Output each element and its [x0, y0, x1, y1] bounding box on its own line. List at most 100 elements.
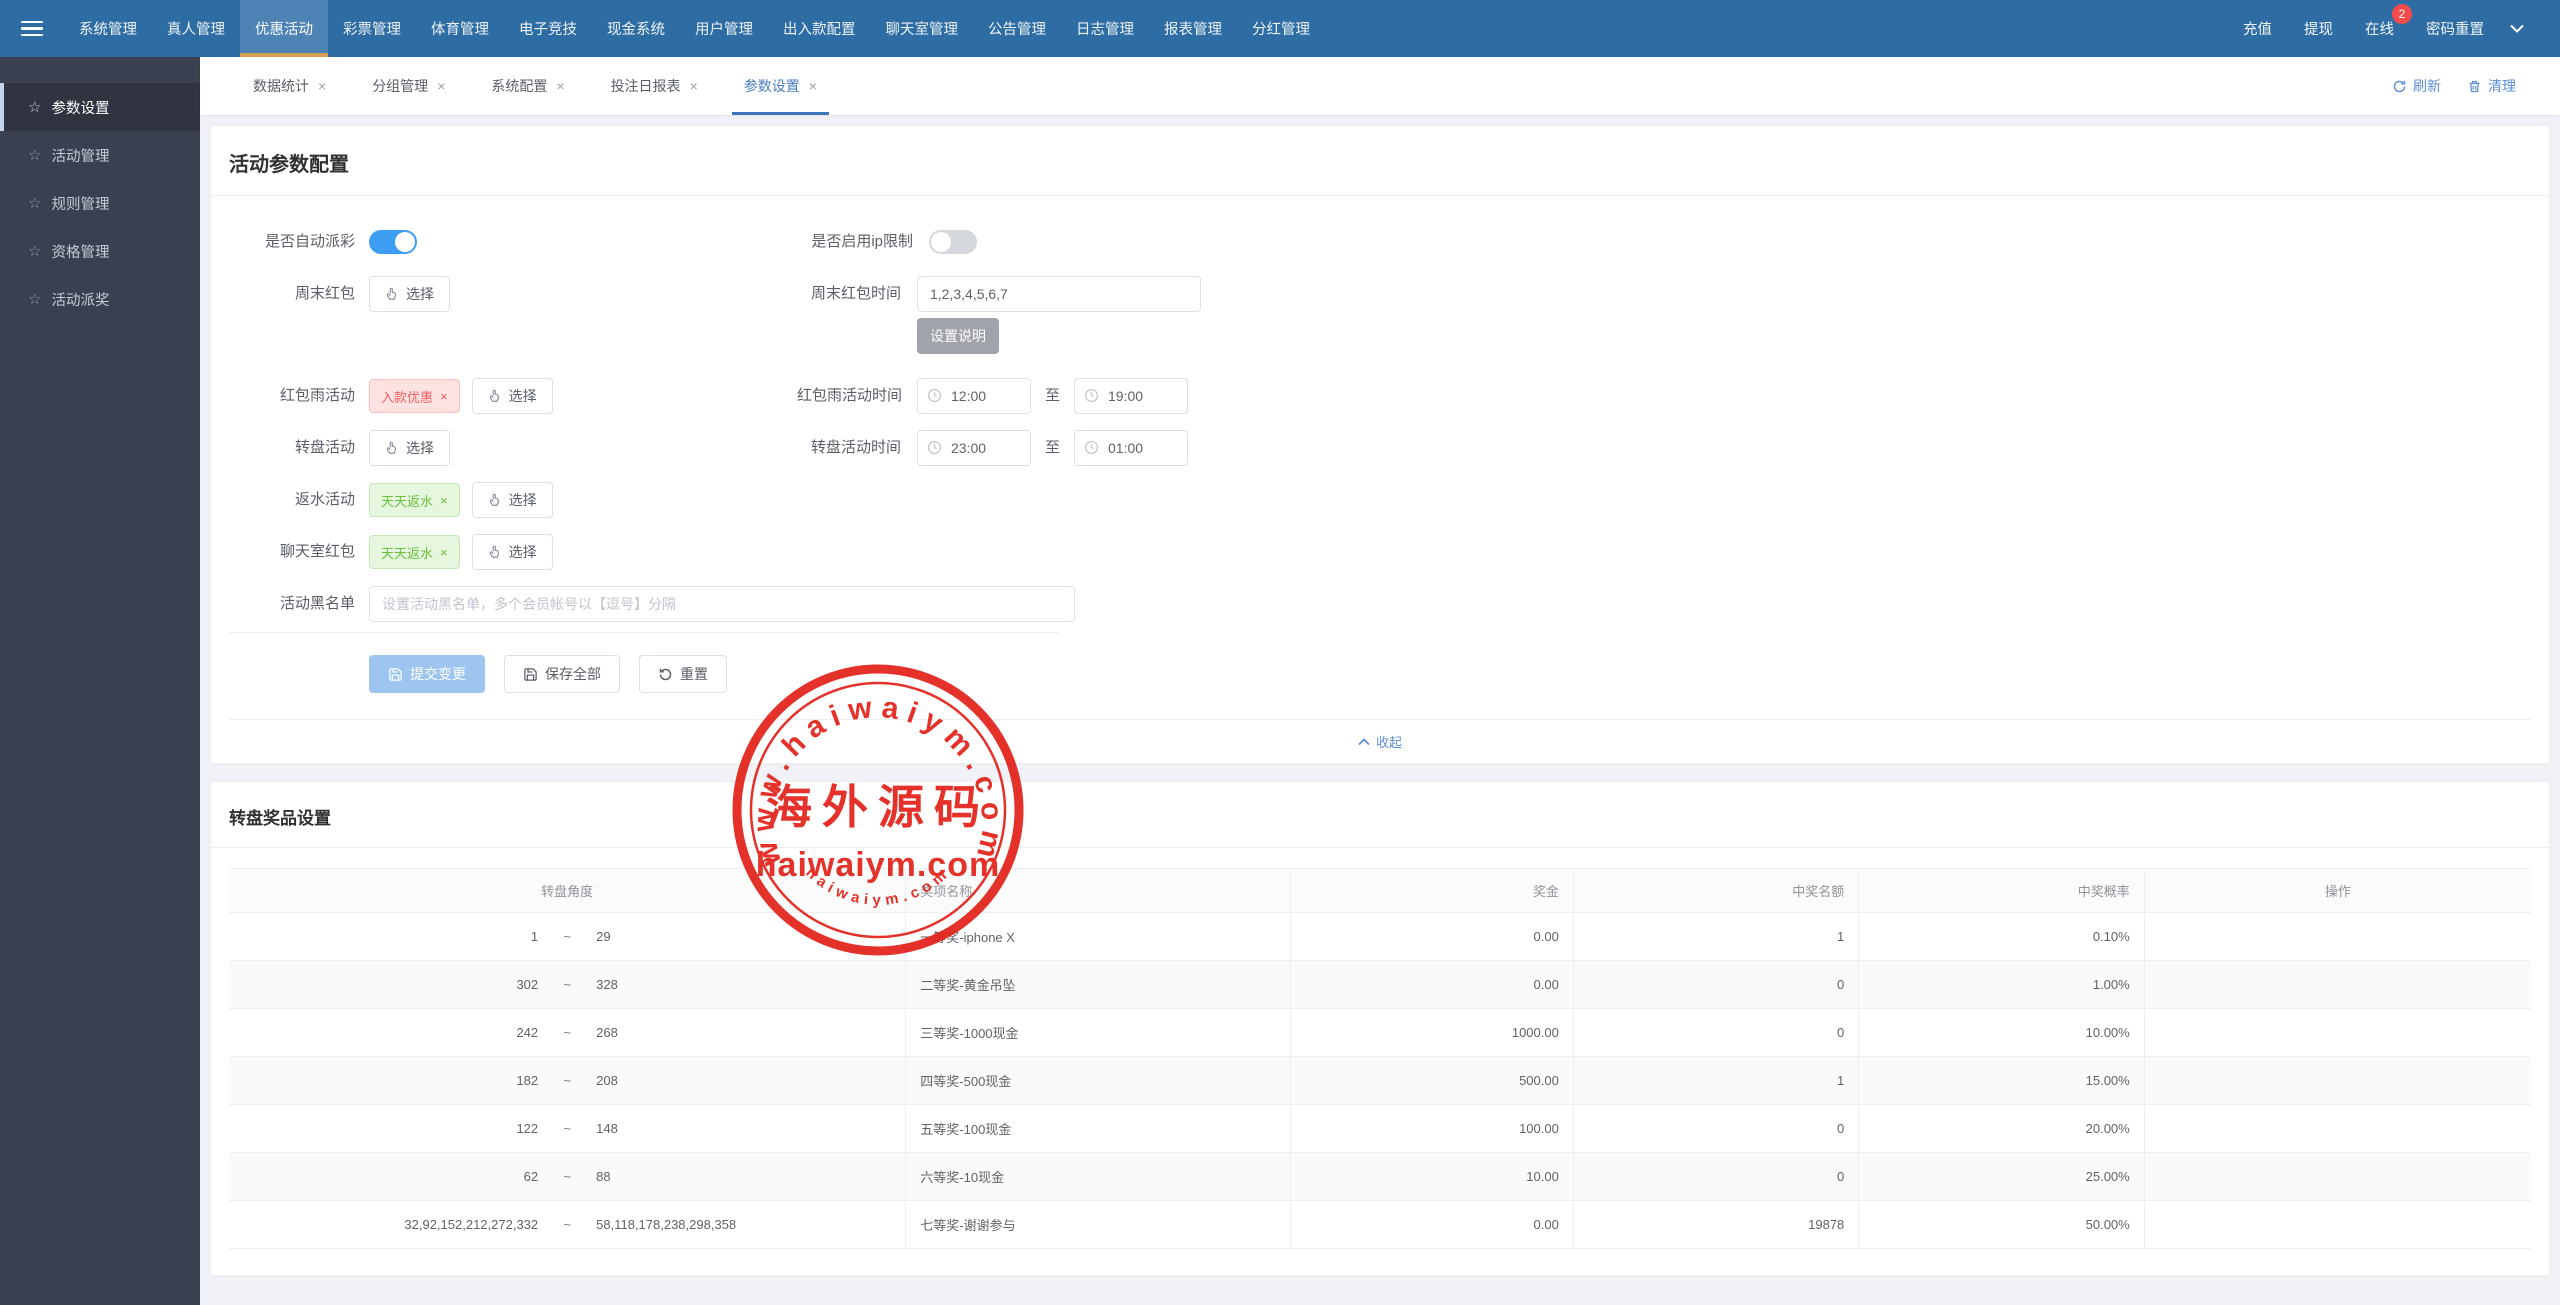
refresh-button[interactable]: 刷新	[2392, 76, 2441, 96]
prize-name-cell: 二等奖-黄金吊坠	[906, 961, 1290, 1009]
chatroom-redpacket-tag: 天天返水 ×	[369, 535, 460, 569]
blacklist-input[interactable]	[369, 586, 1075, 622]
col-header-prize-name: 奖项名称	[906, 869, 1290, 913]
nav-item[interactable]: 优惠活动	[240, 0, 328, 57]
nav-item[interactable]: 体育管理	[416, 0, 504, 57]
top-header: 系统管理 真人管理 优惠活动 彩票管理 体育管理 电子竞技 现金系统 用户管理 …	[0, 0, 2560, 57]
nav-item[interactable]: 真人管理	[152, 0, 240, 57]
activity-config-card: 活动参数配置 是否自动派彩 是否启用ip限制 周末红包	[210, 125, 2550, 764]
save-icon	[388, 667, 403, 682]
nav-item[interactable]: 公告管理	[973, 0, 1061, 57]
tab-close-icon[interactable]: ×	[318, 78, 326, 94]
nav-item[interactable]: 日志管理	[1061, 0, 1149, 57]
online-button[interactable]: 在线 2	[2349, 0, 2410, 57]
tag-label: 天天返水	[381, 491, 433, 510]
prize-name-cell: 七等奖-谢谢参与	[906, 1201, 1290, 1249]
rate-cell: 1.00%	[1859, 961, 2144, 1009]
rebate-activity-label: 返水活动	[229, 482, 355, 518]
amount-cell: 0.00	[1290, 1201, 1573, 1249]
auto-payout-toggle[interactable]	[369, 230, 417, 254]
recharge-button[interactable]: 充值	[2227, 0, 2288, 57]
rate-cell: 10.00%	[1859, 1009, 2144, 1057]
tag-close-icon[interactable]: ×	[440, 545, 448, 560]
nav-item[interactable]: 分红管理	[1237, 0, 1325, 57]
rebate-select-button[interactable]: 选择	[472, 482, 553, 518]
sidebar: ☆ 参数设置 ☆ 活动管理 ☆ 规则管理 ☆ 资格管理 ☆ 活动派奖	[0, 57, 200, 1305]
nav-item[interactable]: 出入款配置	[768, 0, 871, 57]
weekend-time-input[interactable]	[917, 276, 1201, 312]
card1-title: 活动参数配置	[229, 148, 2531, 177]
amount-cell: 500.00	[1290, 1057, 1573, 1105]
nav-item[interactable]: 系统管理	[64, 0, 152, 57]
wheel-select-button[interactable]: 选择	[369, 430, 450, 466]
quota-cell: 19878	[1573, 1201, 1858, 1249]
tag-label: 天天返水	[381, 543, 433, 562]
password-reset-button[interactable]: 密码重置	[2410, 0, 2500, 57]
submit-label: 提交变更	[410, 664, 466, 684]
sidebar-item[interactable]: ☆ 规则管理	[0, 179, 200, 227]
angle-to: 328	[596, 977, 891, 992]
clear-tabs-button[interactable]: 清理	[2467, 76, 2516, 96]
nav-item[interactable]: 电子竞技	[504, 0, 592, 57]
tag-close-icon[interactable]: ×	[440, 493, 448, 508]
submit-changes-button[interactable]: 提交变更	[369, 655, 485, 693]
tab[interactable]: 数据统计 ×	[253, 57, 326, 115]
chatroom-select-button[interactable]: 选择	[472, 534, 553, 570]
actions-cell	[2144, 1105, 2531, 1153]
collapse-toggle[interactable]: 收起	[229, 719, 2531, 763]
table-row: 302 ~ 328 二等奖-黄金吊坠 0.00 0 1.00%	[229, 961, 2531, 1009]
user-menu-toggle[interactable]	[2500, 0, 2534, 57]
rain-activity-tag: 入款优惠 ×	[369, 379, 460, 413]
sidebar-item-label: 参数设置	[51, 97, 109, 118]
nav-item[interactable]: 报表管理	[1149, 0, 1237, 57]
online-count-badge: 2	[2392, 4, 2412, 24]
settings-note-tooltip: 设置说明	[917, 318, 999, 354]
tab[interactable]: 参数设置 ×	[744, 57, 817, 115]
top-nav: 系统管理 真人管理 优惠活动 彩票管理 体育管理 电子竞技 现金系统 用户管理 …	[64, 0, 1325, 57]
weekend-select-button[interactable]: 选择	[369, 276, 450, 312]
blacklist-label: 活动黑名单	[229, 586, 355, 622]
actions-cell	[2144, 1201, 2531, 1249]
save-all-button[interactable]: 保存全部	[504, 655, 620, 693]
withdraw-button[interactable]: 提现	[2288, 0, 2349, 57]
tab-close-icon[interactable]: ×	[809, 78, 817, 94]
table-header-row: 转盘角度 奖项名称 奖金 中奖名额 中奖概率 操作	[229, 869, 2531, 913]
select-label: 选择	[509, 386, 537, 406]
tab[interactable]: 投注日报表 ×	[611, 57, 698, 115]
tag-close-icon[interactable]: ×	[440, 389, 448, 404]
tab-close-icon[interactable]: ×	[556, 78, 564, 94]
tab[interactable]: 分组管理 ×	[372, 57, 445, 115]
angle-from: 302	[243, 977, 538, 992]
wheel-prizes-table: 转盘角度 奖项名称 奖金 中奖名额 中奖概率 操作	[229, 868, 2531, 1249]
sidebar-item-label: 活动管理	[51, 145, 109, 166]
nav-item[interactable]: 聊天室管理	[871, 0, 974, 57]
star-icon: ☆	[28, 290, 41, 308]
online-label: 在线	[2365, 18, 2394, 39]
nav-item[interactable]: 彩票管理	[328, 0, 416, 57]
sidebar-item[interactable]: ☆ 活动派奖	[0, 275, 200, 323]
sidebar-item[interactable]: ☆ 参数设置	[0, 83, 200, 131]
amount-cell: 1000.00	[1290, 1009, 1573, 1057]
quota-cell: 0	[1573, 961, 1858, 1009]
sidebar-item[interactable]: ☆ 活动管理	[0, 131, 200, 179]
amount-cell: 100.00	[1290, 1105, 1573, 1153]
collapse-label: 收起	[1376, 732, 1402, 751]
rebate-activity-tag: 天天返水 ×	[369, 483, 460, 517]
nav-item[interactable]: 现金系统	[592, 0, 680, 57]
wheel-prizes-card: 转盘奖品设置 转盘角度 奖项名称 奖金	[210, 781, 2550, 1276]
rain-select-button[interactable]: 选择	[472, 378, 553, 414]
tab-close-icon[interactable]: ×	[690, 78, 698, 94]
prize-name-cell: 一等奖-iphone X	[906, 913, 1290, 961]
tab[interactable]: 系统配置 ×	[491, 57, 564, 115]
actions-cell	[2144, 1009, 2531, 1057]
form-divider	[229, 632, 1059, 633]
angle-to: 148	[596, 1121, 891, 1136]
reset-button[interactable]: 重置	[639, 655, 727, 693]
amount-cell: 10.00	[1290, 1153, 1573, 1201]
menu-toggle-button[interactable]	[0, 0, 64, 57]
ip-limit-toggle[interactable]	[929, 230, 977, 254]
sidebar-item[interactable]: ☆ 资格管理	[0, 227, 200, 275]
tab-close-icon[interactable]: ×	[437, 78, 445, 94]
nav-item[interactable]: 用户管理	[680, 0, 768, 57]
rate-cell: 20.00%	[1859, 1105, 2144, 1153]
